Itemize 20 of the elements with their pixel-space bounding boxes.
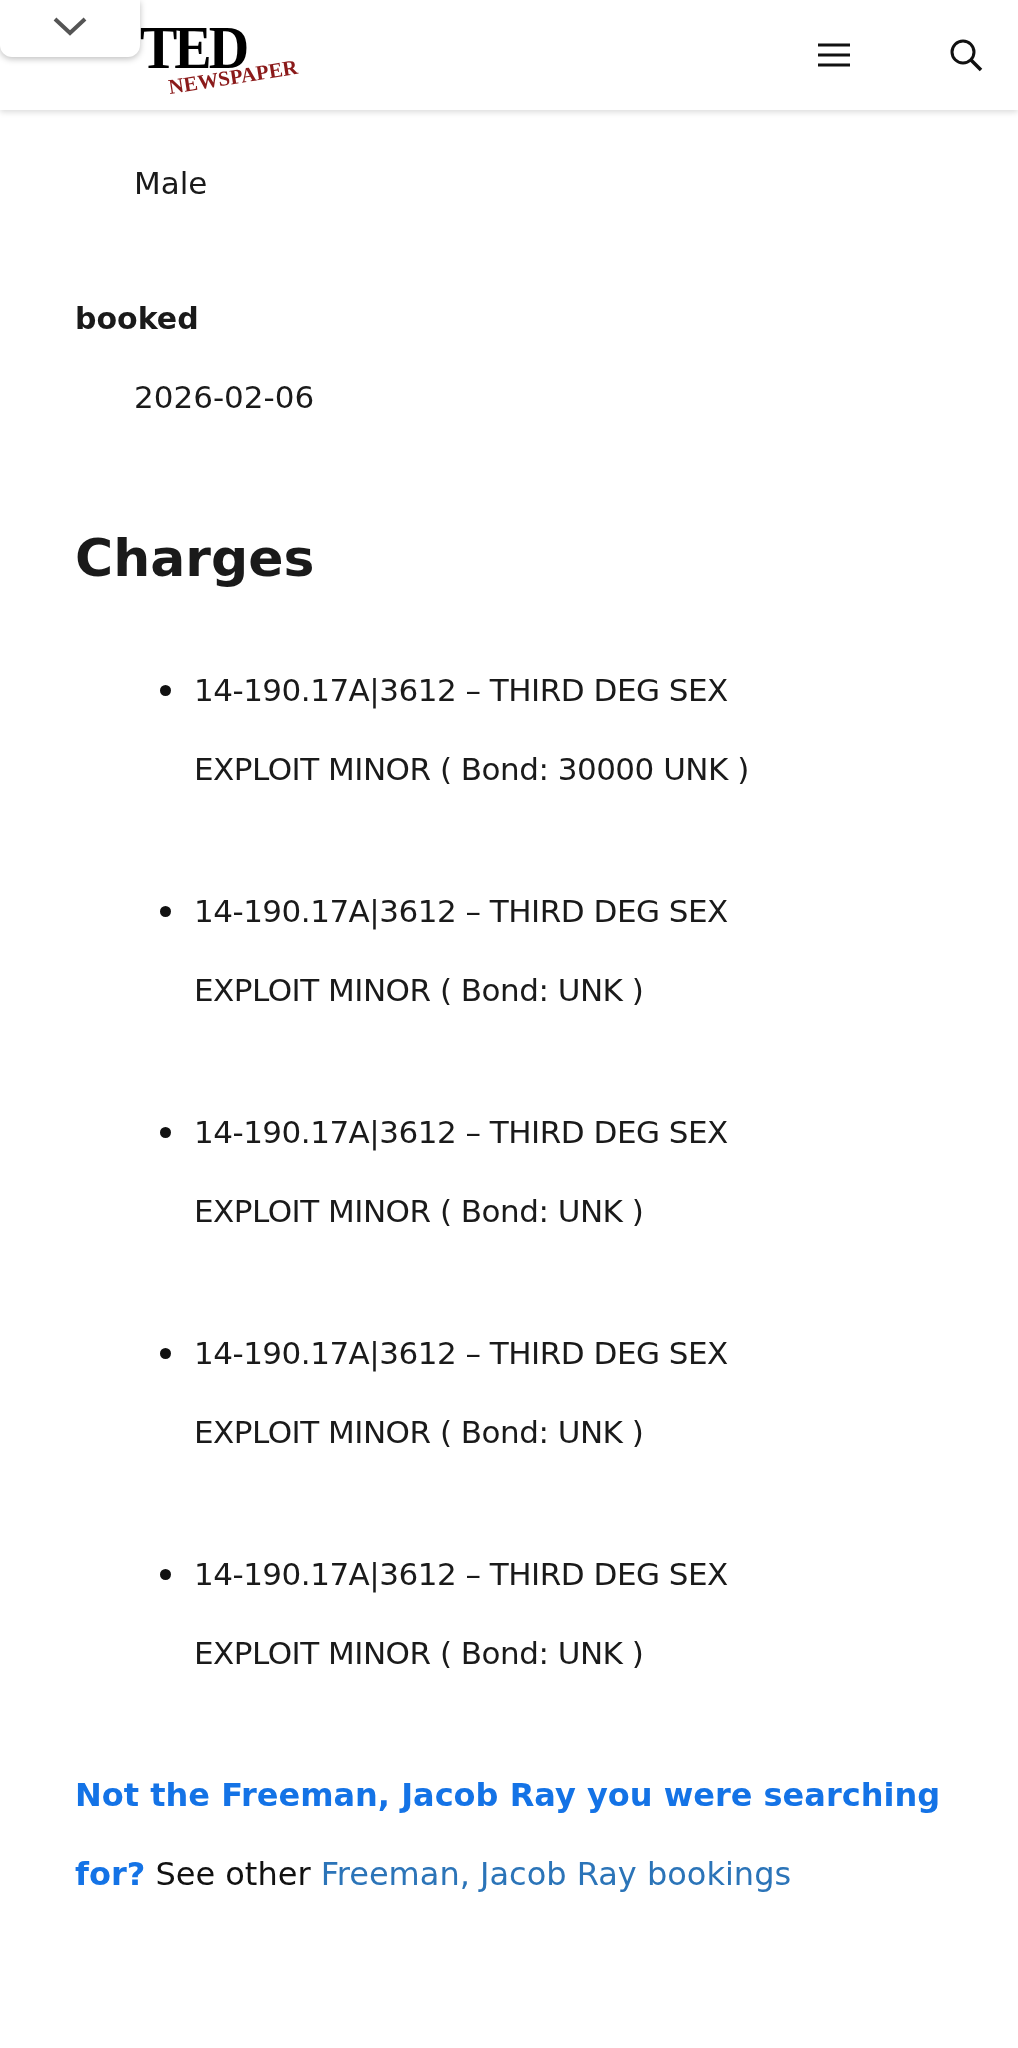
not-found-note: Not the Freeman, Jacob Ray you were searching for? See other Freeman, Jacob Ray bookings [75, 1775, 942, 1895]
bullet-icon [160, 1348, 171, 1359]
bullet-icon [160, 685, 171, 696]
chevron-down-icon [52, 15, 88, 36]
charge-item: 14-190.17A|3612 – THIRD DEG SEX EXPLOIT MINOR ( Bond: UNK ) [194, 1113, 729, 1231]
bullet-icon [160, 1569, 171, 1580]
charge-item: 14-190.17A|3612 – THIRD DEG SEX EXPLOIT MINOR ( Bond: UNK ) [194, 892, 729, 1010]
bookings-link[interactable]: Freeman, Jacob Ray bookings [320, 1855, 792, 1893]
section-heading: Charges [75, 527, 316, 590]
bullet-icon [160, 906, 171, 917]
menu-icon[interactable] [816, 41, 852, 69]
search-icon[interactable] [948, 37, 984, 73]
charge-item: 14-190.17A|3612 – THIRD DEG SEX EXPLOIT MINOR ( Bond: UNK ) [194, 1334, 729, 1452]
charge-item: 14-190.17A|3612 – THIRD DEG SEX EXPLOIT MINOR ( Bond: UNK ) [194, 1555, 729, 1673]
charge-item: 14-190.17A|3612 – THIRD DEG SEX EXPLOIT MINOR ( Bond: 30000 UNK ) [194, 671, 750, 789]
collapse-tab[interactable] [0, 0, 140, 57]
field-label: booked [75, 300, 200, 338]
field-value: 2026-02-06 [133, 378, 316, 417]
bullet-icon [160, 1127, 171, 1138]
field-value: Male [133, 164, 209, 203]
